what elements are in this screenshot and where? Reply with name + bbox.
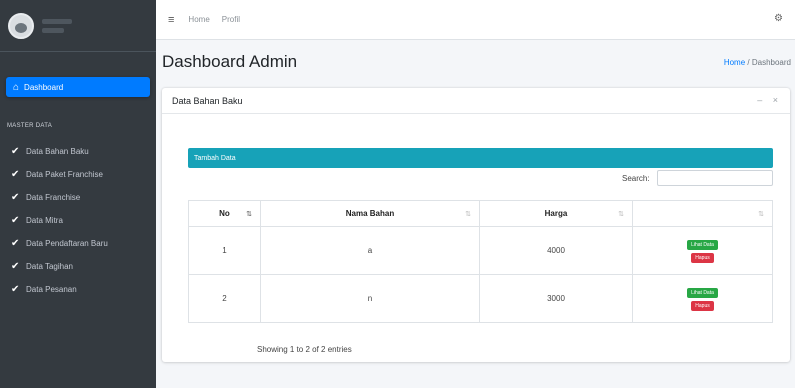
cell-nama-bahan: a bbox=[260, 226, 480, 275]
cell-nama-bahan: n bbox=[260, 274, 480, 323]
view-button[interactable]: Lihat Data bbox=[687, 287, 718, 298]
sidebar-item-label: Data Pesanan bbox=[26, 285, 77, 294]
user-avatar[interactable] bbox=[8, 12, 34, 39]
cell-harga: 3000 bbox=[479, 274, 633, 323]
sidebar: ⌂ Dashboard MASTER DATA ✔ Data Bahan Bak… bbox=[0, 0, 156, 388]
sidebar-item-label: Data Tagihan bbox=[26, 262, 73, 271]
view-button[interactable]: Lihat Data bbox=[687, 239, 718, 250]
table-row: 2 n 3000 Lihat Data Hapus bbox=[188, 274, 773, 323]
sidebar-list: ✔ Data Bahan Baku ✔ Data Paket Franchise… bbox=[6, 140, 150, 301]
delete-button[interactable]: Hapus bbox=[691, 252, 714, 263]
column-header-harga[interactable]: Harga ⇅ bbox=[479, 200, 633, 227]
hamburger-menu-icon[interactable]: ≡ bbox=[168, 14, 174, 26]
table-info: Showing 1 to 2 of 2 entries bbox=[257, 345, 352, 354]
brand-text bbox=[42, 18, 72, 33]
sidebar-item-label: Data Pendaftaran Baru bbox=[26, 239, 108, 248]
check-icon: ✔ bbox=[11, 238, 20, 249]
card-title: Data Bahan Baku bbox=[172, 95, 243, 106]
home-icon: ⌂ bbox=[13, 81, 20, 93]
breadcrumb: Home / Dashboard bbox=[724, 58, 791, 67]
check-icon: ✔ bbox=[11, 261, 20, 272]
search-label: Search: bbox=[622, 174, 650, 183]
breadcrumb-home[interactable]: Home bbox=[724, 58, 745, 67]
sidebar-item-data-paket-franchise[interactable]: ✔ Data Paket Franchise bbox=[6, 163, 150, 186]
sidebar-item-dashboard[interactable]: ⌂ Dashboard bbox=[6, 77, 150, 97]
card-header: Data Bahan Baku – × bbox=[162, 88, 790, 114]
column-header-no[interactable]: No ⇅ bbox=[188, 200, 261, 227]
card-tools[interactable]: – × bbox=[757, 95, 782, 105]
sidebar-item-label: Dashboard bbox=[24, 82, 64, 92]
page-title: Dashboard Admin bbox=[162, 52, 298, 71]
sort-icon: ⇅ bbox=[246, 211, 252, 218]
cell-no: 1 bbox=[188, 226, 261, 275]
sidebar-item-data-pendaftaran-baru[interactable]: ✔ Data Pendaftaran Baru bbox=[6, 232, 150, 255]
sidebar-item-data-tagihan[interactable]: ✔ Data Tagihan bbox=[6, 255, 150, 278]
cell-actions: Lihat Data Hapus bbox=[632, 274, 773, 323]
sidebar-item-data-pesanan[interactable]: ✔ Data Pesanan bbox=[6, 278, 150, 301]
sidebar-item-label: Data Franchise bbox=[26, 193, 81, 202]
table-row: 1 a 4000 Lihat Data Hapus bbox=[188, 226, 773, 275]
cell-actions: Lihat Data Hapus bbox=[632, 226, 773, 275]
data-card: Data Bahan Baku – × Tambah Data Search: … bbox=[162, 88, 790, 362]
add-data-button[interactable]: Tambah Data bbox=[188, 148, 773, 168]
column-header-nama-bahan[interactable]: Nama Bahan ⇅ bbox=[260, 200, 480, 227]
nav-link-profil[interactable]: Profil bbox=[222, 15, 240, 24]
brand[interactable] bbox=[0, 0, 156, 52]
cell-no: 2 bbox=[188, 274, 261, 323]
sort-icon: ⇅ bbox=[618, 211, 624, 218]
gear-icon[interactable]: ⚙ bbox=[774, 13, 783, 24]
sort-icon: ⇅ bbox=[465, 211, 471, 218]
sidebar-item-data-bahan-baku[interactable]: ✔ Data Bahan Baku bbox=[6, 140, 150, 163]
data-table: No ⇅ Nama Bahan ⇅ Harga ⇅ ⇅ 1 a 4000 Lih… bbox=[188, 200, 773, 323]
topbar: ≡ Home Profil ⚙ bbox=[156, 0, 795, 40]
breadcrumb-current: Dashboard bbox=[751, 58, 791, 67]
sort-icon: ⇅ bbox=[758, 211, 764, 218]
sidebar-item-data-mitra[interactable]: ✔ Data Mitra bbox=[6, 209, 150, 232]
cell-harga: 4000 bbox=[479, 226, 633, 275]
check-icon: ✔ bbox=[11, 169, 20, 180]
breadcrumb-separator: / bbox=[747, 58, 750, 67]
column-header-action[interactable]: ⇅ bbox=[632, 200, 773, 227]
check-icon: ✔ bbox=[11, 192, 20, 203]
table-header-row: No ⇅ Nama Bahan ⇅ Harga ⇅ ⇅ bbox=[188, 200, 773, 227]
check-icon: ✔ bbox=[11, 215, 20, 226]
sidebar-item-label: Data Paket Franchise bbox=[26, 170, 103, 179]
check-icon: ✔ bbox=[11, 284, 20, 295]
nav-link-home[interactable]: Home bbox=[188, 15, 209, 24]
search-input[interactable] bbox=[657, 170, 773, 186]
delete-button[interactable]: Hapus bbox=[691, 300, 714, 311]
sidebar-item-data-franchise[interactable]: ✔ Data Franchise bbox=[6, 186, 150, 209]
sidebar-section-header: MASTER DATA bbox=[7, 123, 53, 129]
check-icon: ✔ bbox=[11, 146, 20, 157]
sidebar-item-label: Data Bahan Baku bbox=[26, 147, 89, 156]
sidebar-item-label: Data Mitra bbox=[26, 216, 63, 225]
